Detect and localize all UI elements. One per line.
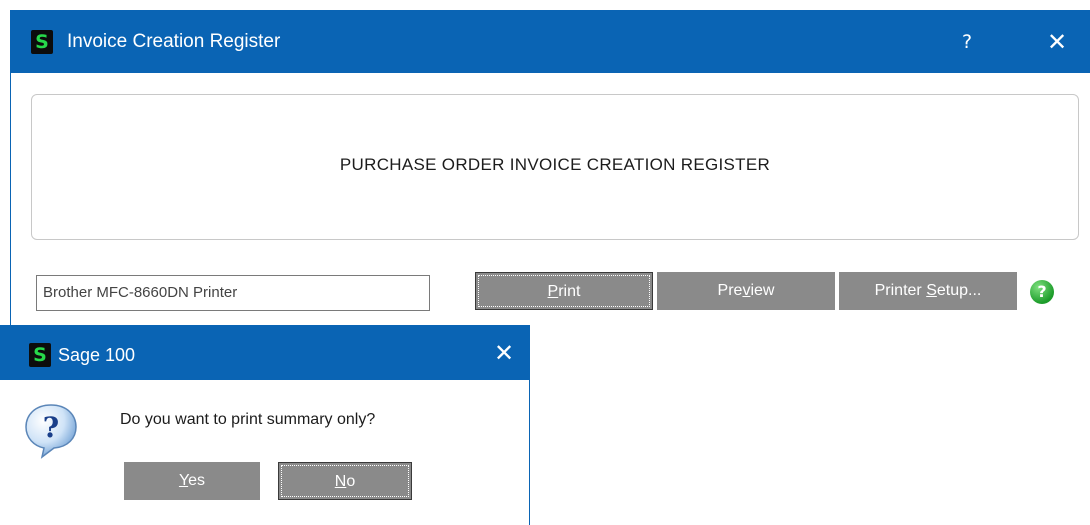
print-button[interactable]: Print [475,272,653,310]
main-titlebar: S Invoice Creation Register ? ✕ [11,10,1090,73]
print-button-label-suffix: rint [558,283,581,300]
no-button-accelerator: N [334,473,347,490]
printer-setup-button-accelerator: S [926,282,937,299]
sage-100-dialog: S Sage 100 ✕ ? Do you want to print summ… [0,325,530,525]
dialog-title: Sage 100 [58,345,136,365]
print-button-accelerator: P [547,283,559,300]
printer-setup-button-label-suffix: etup... [936,282,982,299]
question-bubble-icon: ? [25,404,77,459]
titlebar-close-button[interactable]: ✕ [1037,24,1077,60]
window-title: Invoice Creation Register [67,31,281,52]
printer-setup-button[interactable]: Printer Setup... [839,272,1017,310]
no-button-label-suffix: o [346,473,356,490]
sage-app-icon: S [31,30,53,54]
printer-setup-button-label-prefix: Printer [874,282,927,299]
preview-button-label-prefix: Pre [717,282,743,299]
yes-button-accelerator: Y [178,472,189,489]
question-circle-icon[interactable]: ? [1030,280,1054,304]
report-banner-text: PURCHASE ORDER INVOICE CREATION REGISTER [339,155,771,174]
yes-button-label-suffix: es [188,472,206,489]
svg-text:?: ? [43,411,59,444]
dialog-close-button[interactable]: ✕ [484,337,524,369]
sage-app-icon: S [29,343,51,367]
yes-button[interactable]: Yes [124,462,260,500]
titlebar-help-button[interactable]: ? [947,24,987,60]
no-button[interactable]: No [278,462,412,500]
preview-button-label-suffix: iew [750,282,775,299]
preview-button[interactable]: Preview [657,272,835,310]
dialog-message: Do you want to print summary only? [120,411,376,428]
report-banner: PURCHASE ORDER INVOICE CREATION REGISTER [31,94,1079,240]
printer-name-field[interactable]: Brother MFC-8660DN Printer [36,275,430,311]
dialog-titlebar: S Sage 100 ✕ [0,325,529,380]
